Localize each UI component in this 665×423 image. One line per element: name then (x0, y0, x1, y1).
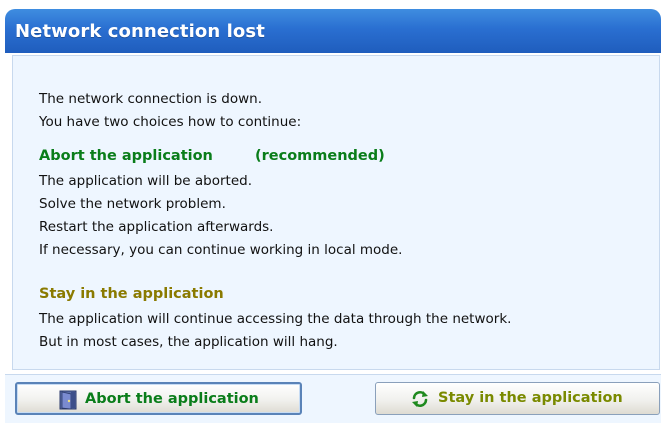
stay-line-1: The application will continue accessing … (39, 311, 512, 327)
intro-line-1: The network connection is down. (39, 91, 262, 107)
stay-heading: Stay in the application (39, 286, 224, 302)
dialog-title: Network connection lost (15, 21, 265, 42)
abort-line-4: If necessary, you can continue working i… (39, 242, 403, 258)
abort-button-label: Abort the application (85, 391, 259, 407)
abort-line-3: Restart the application afterwards. (39, 219, 274, 235)
message-panel: The network connection is down. You have… (12, 55, 660, 370)
stay-line-2: But in most cases, the application will … (39, 334, 338, 350)
recommended-label: (recommended) (255, 148, 385, 164)
abort-line-1: The application will be aborted. (39, 173, 253, 189)
stay-button-label: Stay in the application (438, 390, 623, 406)
dialog-title-bar[interactable]: Network connection lost (5, 9, 661, 53)
abort-application-button[interactable]: Abort the application (15, 382, 302, 415)
intro-line-2: You have two choices how to continue: (39, 114, 302, 130)
abort-line-2: Solve the network problem. (39, 196, 226, 212)
network-connection-lost-dialog: Network connection lost The network conn… (0, 0, 665, 423)
abort-heading: Abort the application (39, 148, 213, 164)
exit-door-icon (59, 390, 77, 410)
stay-in-application-button[interactable]: Stay in the application (375, 382, 660, 415)
button-bar: Abort the application Stay in the applic… (5, 374, 661, 423)
refresh-arrows-icon (410, 389, 430, 409)
